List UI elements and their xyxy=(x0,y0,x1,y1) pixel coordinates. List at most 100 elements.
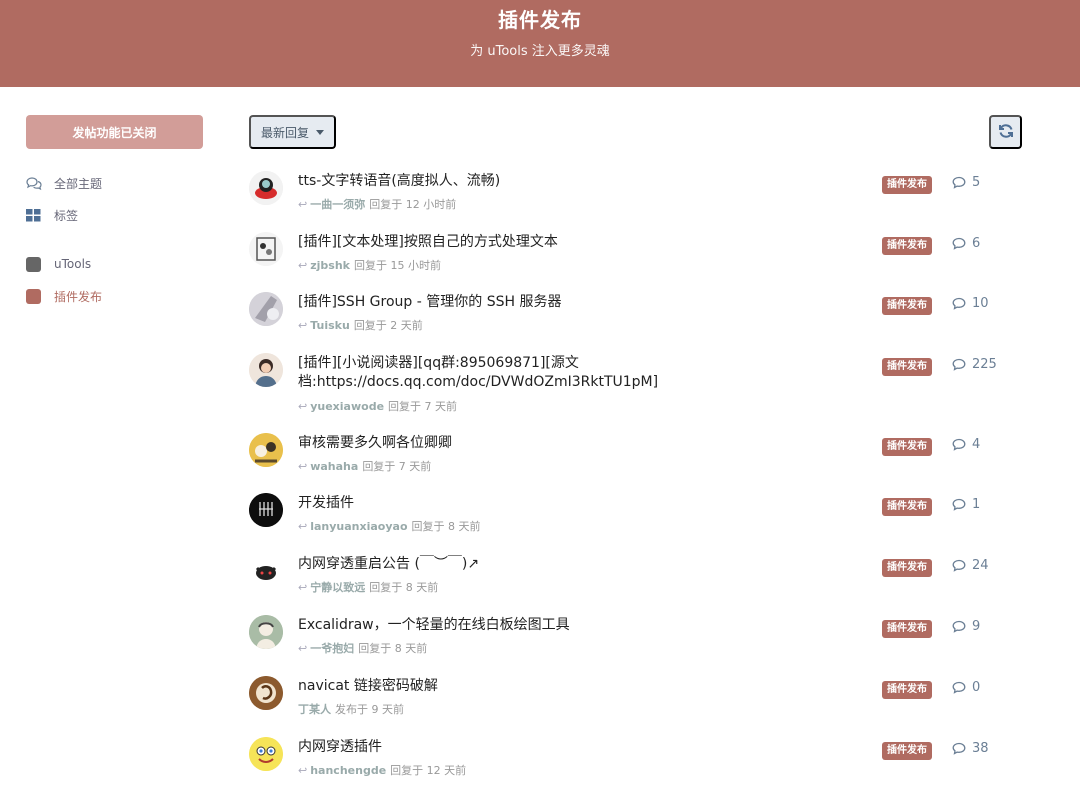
reply-count: 1 xyxy=(952,497,980,512)
discussion-title[interactable]: [插件][文本处理]按照自己的方式处理文本 xyxy=(298,233,688,252)
comment-icon xyxy=(952,176,966,189)
discussion-title[interactable]: navicat 链接密码破解 xyxy=(298,677,688,696)
discussion-meta: ↩ yuexiawode 回复于 7 天前 xyxy=(298,398,457,414)
discussion-time: 发布于 9 天前 xyxy=(335,703,404,716)
sidebar-item-label: 全部主题 xyxy=(54,176,103,191)
discussion-time: 回复于 2 天前 xyxy=(353,319,423,332)
tag-badge[interactable]: 插件发布 xyxy=(882,438,932,456)
reply-icon: ↩ xyxy=(298,763,308,777)
tag-badge[interactable]: 插件发布 xyxy=(882,620,932,638)
comment-icon xyxy=(952,297,966,310)
sidebar-item-label: uTools xyxy=(54,257,92,271)
discussion-title[interactable]: tts-文字转语音(高度拟人、流畅) xyxy=(298,172,688,191)
sidebar-item-all-discussions[interactable]: 全部主题 xyxy=(26,170,102,196)
discussion-user[interactable]: yuexiawode xyxy=(310,400,384,413)
tag-badge[interactable]: 插件发布 xyxy=(882,498,932,516)
discussion-meta: ↩ wahaha 回复于 7 天前 xyxy=(298,458,431,474)
discussion-user[interactable]: hanchengde xyxy=(310,764,386,777)
reply-icon: ↩ xyxy=(298,318,308,332)
reply-count: 24 xyxy=(952,558,989,573)
avatar[interactable] xyxy=(249,676,283,710)
page-title: 插件发布 xyxy=(498,8,582,32)
discussion-meta: ↩ 一爷抱妇 回复于 8 天前 xyxy=(298,640,427,656)
discussion-time: 回复于 12 小时前 xyxy=(369,198,457,211)
reply-icon: ↩ xyxy=(298,197,308,211)
reply-count: 10 xyxy=(952,296,989,311)
discussion-user[interactable]: Tuisku xyxy=(310,319,350,332)
sort-dropdown-button[interactable]: 最新回复 xyxy=(249,115,336,149)
reply-count-value: 38 xyxy=(972,741,989,756)
discussion-time: 回复于 15 小时前 xyxy=(353,259,441,272)
discussion-user[interactable]: lanyuanxiaoyao xyxy=(310,520,407,533)
tag-badge[interactable]: 插件发布 xyxy=(882,237,932,255)
avatar[interactable] xyxy=(249,554,283,588)
comment-icon xyxy=(952,620,966,633)
avatar[interactable] xyxy=(249,737,283,771)
start-discussion-button[interactable]: 发帖功能已关闭 xyxy=(26,115,203,149)
reply-count: 5 xyxy=(952,175,980,190)
comment-icon xyxy=(952,559,966,572)
sidebar-item-utools[interactable]: uTools xyxy=(26,251,91,277)
reply-count-value: 10 xyxy=(972,296,989,311)
discussion-title[interactable]: 内网穿透插件 xyxy=(298,738,688,757)
reply-count-value: 9 xyxy=(972,619,981,634)
reply-count-value: 24 xyxy=(972,558,989,573)
avatar[interactable] xyxy=(249,433,283,467)
page-subtitle: 为 uTools 注入更多灵魂 xyxy=(470,44,610,59)
comment-icon xyxy=(952,237,966,250)
tag-badge[interactable]: 插件发布 xyxy=(882,742,932,760)
avatar[interactable] xyxy=(249,292,283,326)
tag-badge[interactable]: 插件发布 xyxy=(882,681,932,699)
refresh-button[interactable] xyxy=(989,115,1022,149)
reply-count: 0 xyxy=(952,680,980,695)
discussion-time: 回复于 12 天前 xyxy=(390,764,467,777)
discussion-meta: 丁某人 发布于 9 天前 xyxy=(298,701,404,717)
discussion-title[interactable]: 内网穿透重启公告 (￣︶￣)↗ xyxy=(298,555,688,574)
comments-icon xyxy=(26,176,42,191)
comment-icon xyxy=(952,681,966,694)
reply-count: 4 xyxy=(952,437,980,452)
tag-badge[interactable]: 插件发布 xyxy=(882,297,932,315)
discussion-title[interactable]: [插件][小说阅读器][qq群:895069871][源文档:https://d… xyxy=(298,354,688,392)
discussion-user[interactable]: zjbshk xyxy=(310,259,350,272)
discussion-title[interactable]: 开发插件 xyxy=(298,494,688,513)
reply-count-value: 5 xyxy=(972,175,981,190)
avatar[interactable] xyxy=(249,615,283,649)
discussion-user[interactable]: 一爷抱妇 xyxy=(310,640,354,656)
reply-count-value: 6 xyxy=(972,236,981,251)
reply-icon: ↩ xyxy=(298,519,308,533)
sidebar-item-tags[interactable]: 标签 xyxy=(26,202,78,228)
reply-icon: ↩ xyxy=(298,459,308,473)
reply-count-value: 225 xyxy=(972,357,997,372)
reply-count-value: 0 xyxy=(972,680,981,695)
avatar[interactable] xyxy=(249,232,283,266)
refresh-icon xyxy=(998,123,1014,142)
discussion-title[interactable]: 审核需要多久啊各位卿卿 xyxy=(298,434,688,453)
discussion-title[interactable]: [插件]SSH Group - 管理你的 SSH 服务器 xyxy=(298,293,688,312)
reply-count-value: 4 xyxy=(972,437,981,452)
sidebar-item-label: 插件发布 xyxy=(54,289,103,304)
discussion-user[interactable]: wahaha xyxy=(310,460,358,473)
avatar[interactable] xyxy=(249,171,283,205)
hero-banner: 插件发布 为 uTools 注入更多灵魂 xyxy=(0,0,1080,87)
tag-badge[interactable]: 插件发布 xyxy=(882,176,932,194)
discussion-time: 回复于 8 天前 xyxy=(358,642,428,655)
tag-square-icon xyxy=(26,256,41,272)
reply-count: 6 xyxy=(952,236,980,251)
sort-label: 最新回复 xyxy=(260,125,309,140)
avatar[interactable] xyxy=(249,353,283,387)
discussion-time: 回复于 7 天前 xyxy=(388,400,458,413)
discussion-user[interactable]: 丁某人 xyxy=(298,701,331,717)
discussion-user[interactable]: 宁静以致远 xyxy=(310,579,365,595)
sidebar-item-plugin-release[interactable]: 插件发布 xyxy=(26,283,102,309)
discussion-user[interactable]: 一曲一须弥 xyxy=(310,196,365,212)
reply-count-value: 1 xyxy=(972,497,981,512)
discussion-meta: ↩ lanyuanxiaoyao 回复于 8 天前 xyxy=(298,518,481,534)
tag-badge[interactable]: 插件发布 xyxy=(882,358,932,376)
discussion-title[interactable]: Excalidraw，一个轻量的在线白板绘图工具 xyxy=(298,616,688,635)
tag-badge[interactable]: 插件发布 xyxy=(882,559,932,577)
discussion-time: 回复于 7 天前 xyxy=(362,460,432,473)
tag-square-icon xyxy=(26,288,41,304)
reply-count: 225 xyxy=(952,357,997,372)
avatar[interactable] xyxy=(249,493,283,527)
